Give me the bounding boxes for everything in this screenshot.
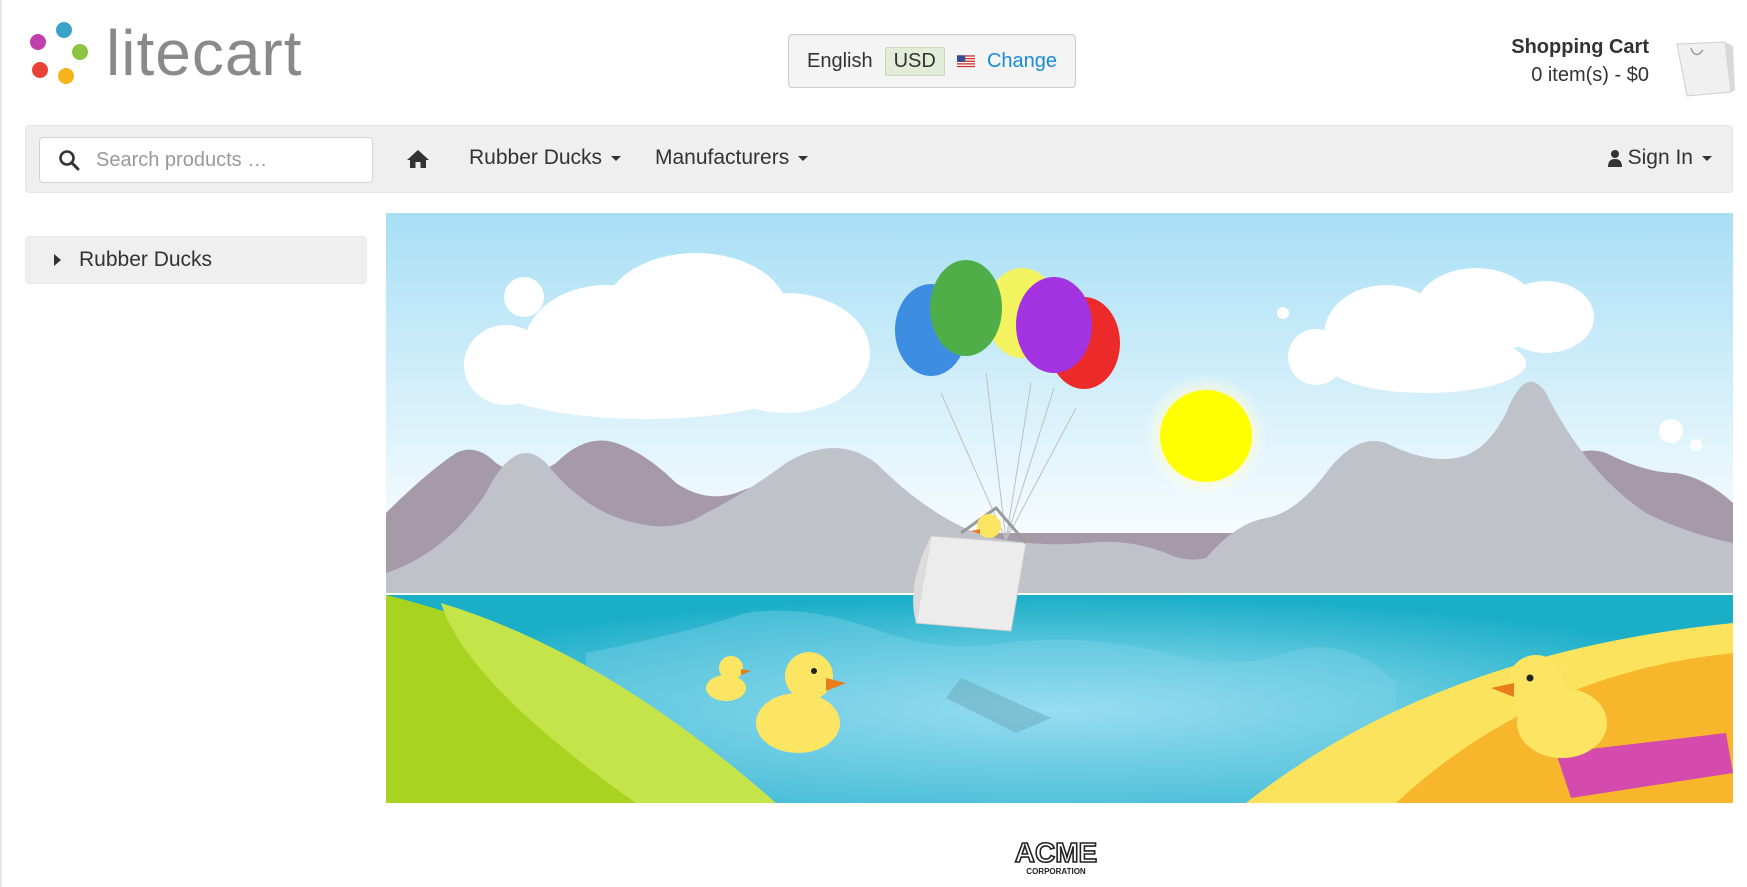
logo-dot	[58, 68, 74, 84]
nav-rubber-ducks[interactable]: Rubber Ducks	[469, 146, 622, 170]
balloon-purple	[1016, 277, 1092, 373]
main-navbar: Rubber Ducks Manufacturers Sign In	[25, 125, 1733, 193]
banner-illustration[interactable]	[386, 213, 1733, 803]
search-input[interactable]	[96, 148, 356, 172]
shopping-bag-icon	[1676, 41, 1735, 97]
nav-item-label: Rubber Ducks	[469, 146, 603, 169]
acme-logo-subtext: CORPORATION	[1026, 867, 1086, 876]
cart-summary: 0 item(s) - $0	[1531, 64, 1649, 86]
logo-dots-icon	[28, 20, 92, 86]
caret-right-icon	[54, 254, 61, 266]
region-selector[interactable]: English USD Change	[788, 34, 1076, 88]
sign-in-label: Sign In	[1627, 146, 1693, 169]
acme-logo-text: ACME	[1015, 837, 1097, 868]
nav-manufacturers[interactable]: Manufacturers	[655, 146, 809, 170]
nav-item-label: Manufacturers	[655, 146, 790, 169]
sun	[1160, 390, 1252, 482]
logo-dot	[30, 34, 46, 50]
logo-dot	[32, 62, 48, 78]
home-icon[interactable]	[406, 148, 430, 170]
logo-dot	[72, 44, 88, 60]
caret-down-icon	[798, 155, 809, 161]
balloon-green	[930, 260, 1002, 356]
change-region-link[interactable]: Change	[987, 50, 1057, 73]
page: litecart English USD Change Shopping Car…	[0, 0, 1747, 887]
us-flag-icon	[956, 54, 975, 68]
language-label: English	[807, 49, 873, 72]
search-box[interactable]	[39, 137, 373, 183]
caret-down-icon	[611, 155, 622, 161]
acme-logo[interactable]: ACME CORPORATION	[1008, 834, 1104, 878]
nav-sign-in[interactable]: Sign In	[1607, 146, 1712, 170]
caret-down-icon	[1702, 155, 1712, 161]
logo-text: litecart	[106, 17, 303, 89]
user-icon	[1607, 150, 1622, 167]
sidebar-item-rubber-ducks[interactable]: Rubber Ducks	[25, 236, 367, 284]
logo-dot	[56, 22, 72, 38]
shopping-bag	[915, 535, 1027, 632]
banner-svg	[386, 213, 1733, 803]
currency-badge: USD	[884, 46, 945, 76]
site-logo[interactable]: litecart	[28, 20, 328, 86]
cart-title: Shopping Cart	[1511, 36, 1649, 58]
shopping-cart[interactable]: Shopping Cart 0 item(s) - $0	[1435, 34, 1735, 98]
search-icon	[59, 150, 80, 171]
sidebar-item-label: Rubber Ducks	[79, 248, 213, 271]
